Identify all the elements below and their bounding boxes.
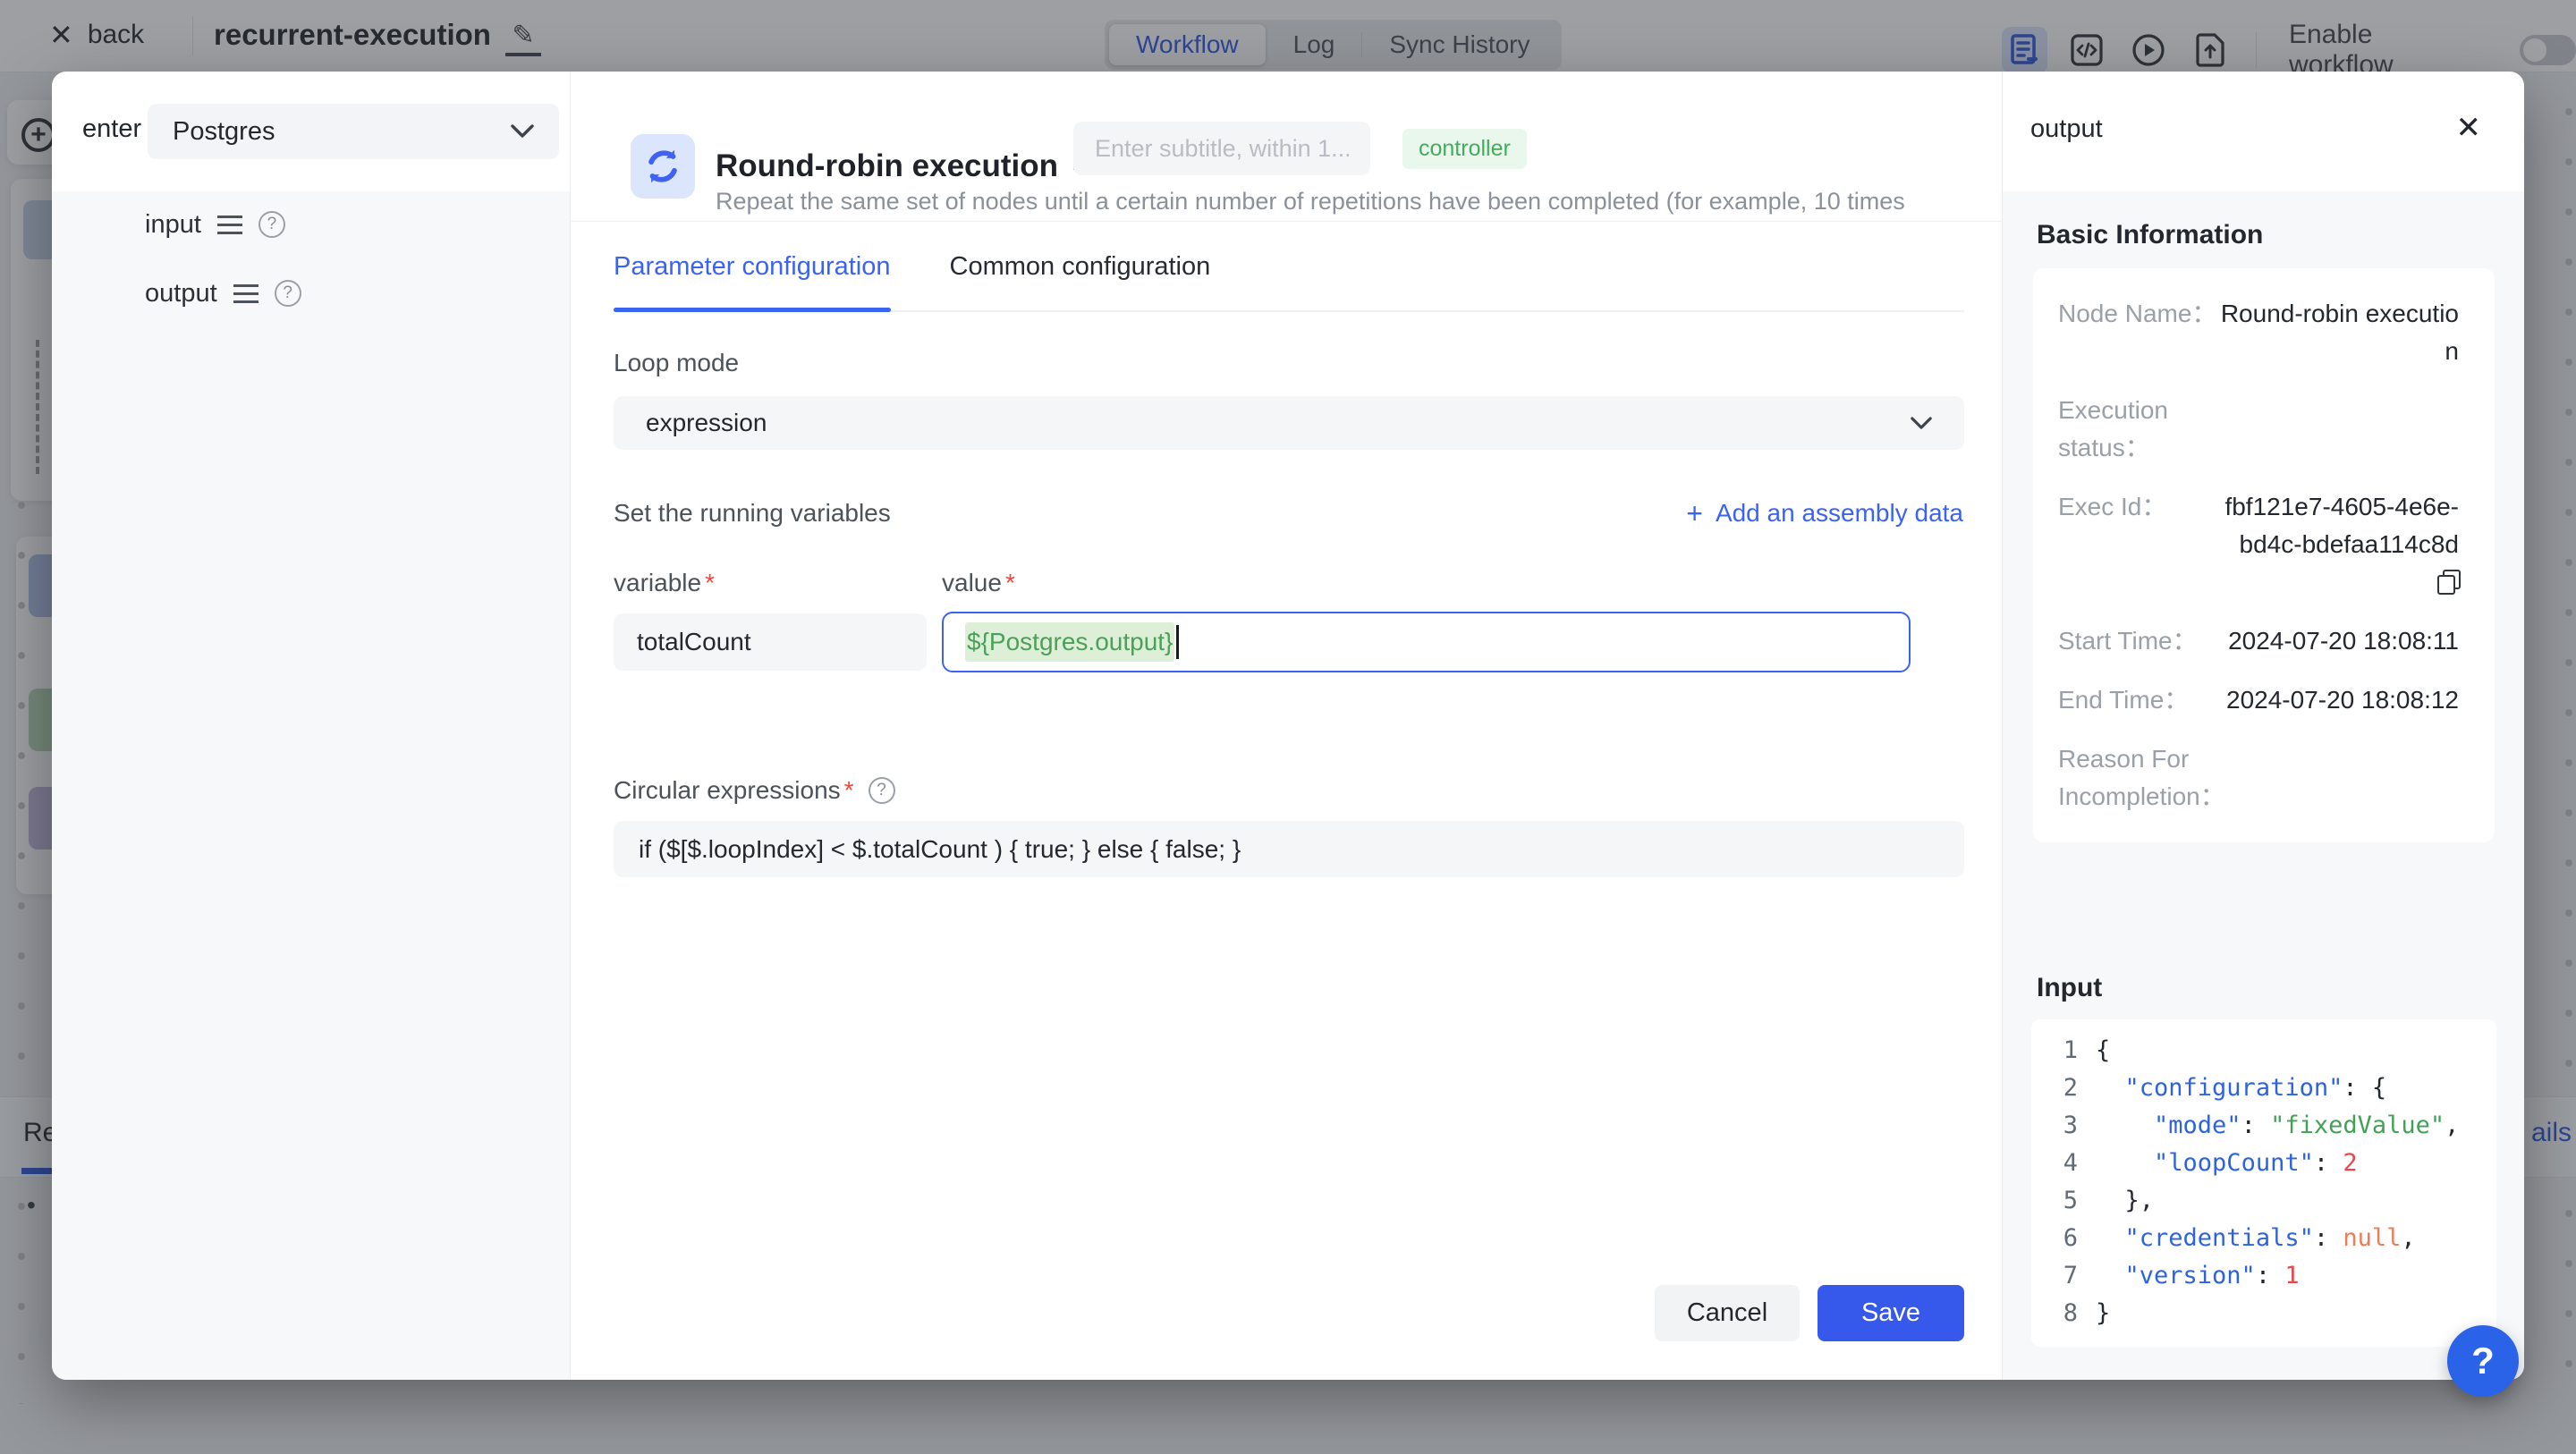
enter-node-value: Postgres — [173, 117, 275, 147]
dialog-footer: Cancel Save — [1655, 1285, 1964, 1341]
output-panel: output ✕ Basic Information Node Name： Ro… — [2002, 72, 2524, 1380]
variable-column-label: variable* — [614, 569, 715, 597]
drag-handle-icon[interactable] — [217, 216, 242, 234]
node-title: Round-robin execution — [716, 148, 1058, 184]
input-section-title: Input — [2037, 973, 2102, 1003]
variable-name-input[interactable] — [614, 613, 927, 671]
required-mark: * — [705, 569, 715, 596]
add-assembly-data-button[interactable]: + Add an assembly data — [1686, 499, 1963, 528]
node-type-icon — [631, 134, 695, 199]
variable-value-input[interactable]: ${Postgres.output} — [942, 612, 1911, 672]
sidebar-item-input[interactable]: input ? — [52, 197, 570, 252]
plus-icon: + — [1686, 499, 1703, 528]
circular-expression-input[interactable] — [614, 821, 1964, 877]
info-row-exec-id: Exec Id： fbf121e7-4605-4e6e- bd4c-bdefaa… — [2058, 488, 2459, 601]
chevron-down-icon — [1911, 417, 1932, 430]
cancel-button[interactable]: Cancel — [1655, 1285, 1800, 1341]
info-row-end-time: End Time： 2024-07-20 18:08:12 — [2058, 681, 2459, 719]
tab-common-configuration[interactable]: Common configuration — [950, 240, 1211, 310]
chevron-down-icon — [511, 124, 534, 139]
loop-mode-value: expression — [646, 409, 767, 437]
dialog-main: Round-robin execution - controller Repea… — [572, 72, 2002, 1380]
sidebar-item-label: output — [145, 279, 217, 309]
node-type-badge: controller — [1402, 129, 1527, 169]
close-icon[interactable]: ✕ — [2456, 113, 2482, 143]
help-icon[interactable]: ? — [258, 211, 285, 238]
help-icon[interactable]: ? — [275, 280, 301, 307]
enter-label: enter — [82, 114, 141, 144]
info-row-incompletion-reason: Reason For Incompletion： — [2058, 740, 2459, 816]
circular-expressions-label: Circular expressions* ? — [614, 776, 895, 805]
required-mark: * — [1005, 569, 1015, 596]
drag-handle-icon[interactable] — [233, 284, 258, 303]
help-icon[interactable]: ? — [869, 777, 895, 804]
tab-parameter-configuration[interactable]: Parameter configuration — [614, 240, 891, 310]
help-button[interactable]: ? — [2447, 1325, 2519, 1397]
basic-information-title: Basic Information — [2037, 220, 2263, 250]
info-row-start-time: Start Time： 2024-07-20 18:08:11 — [2058, 622, 2459, 660]
input-code-lines: 1{2 "configuration": {3 "mode": "fixedVa… — [2046, 1032, 2482, 1332]
config-tabs: Parameter configuration Common configura… — [614, 240, 1964, 312]
loop-mode-select[interactable]: expression — [614, 396, 1964, 450]
sidebar-item-output[interactable]: output ? — [52, 266, 570, 321]
enter-node-select[interactable]: Postgres — [148, 104, 559, 159]
copy-icon[interactable] — [2437, 570, 2459, 593]
info-row-execution-status: Execution status： — [2058, 392, 2459, 467]
sidebar-item-label: input — [145, 210, 201, 240]
subtitle-input[interactable] — [1073, 122, 1370, 175]
node-description: Repeat the same set of nodes until a cer… — [716, 188, 2002, 216]
value-column-label: value* — [942, 569, 1015, 597]
variables-section-label: Set the running variables — [614, 499, 891, 528]
app-root: ✕ back recurrent-execution ✎ Workflow Lo… — [0, 0, 2576, 1454]
panel-title: output — [2030, 114, 2103, 144]
node-config-dialog: enter Postgres input ? output ? — [52, 72, 2524, 1380]
required-mark: * — [844, 776, 854, 805]
dialog-sidebar: enter Postgres input ? output ? — [52, 72, 571, 1380]
save-button[interactable]: Save — [1818, 1285, 1964, 1341]
basic-information-card: Node Name： Round-robin execution Executi… — [2033, 268, 2495, 842]
text-cursor — [1176, 625, 1179, 659]
loop-mode-label: Loop mode — [614, 349, 739, 377]
expression-token: ${Postgres.output} — [965, 622, 1174, 662]
info-row-node-name: Node Name： Round-robin execution — [2058, 295, 2459, 370]
input-json-viewer: 1{2 "configuration": {3 "mode": "fixedVa… — [2031, 1019, 2496, 1347]
